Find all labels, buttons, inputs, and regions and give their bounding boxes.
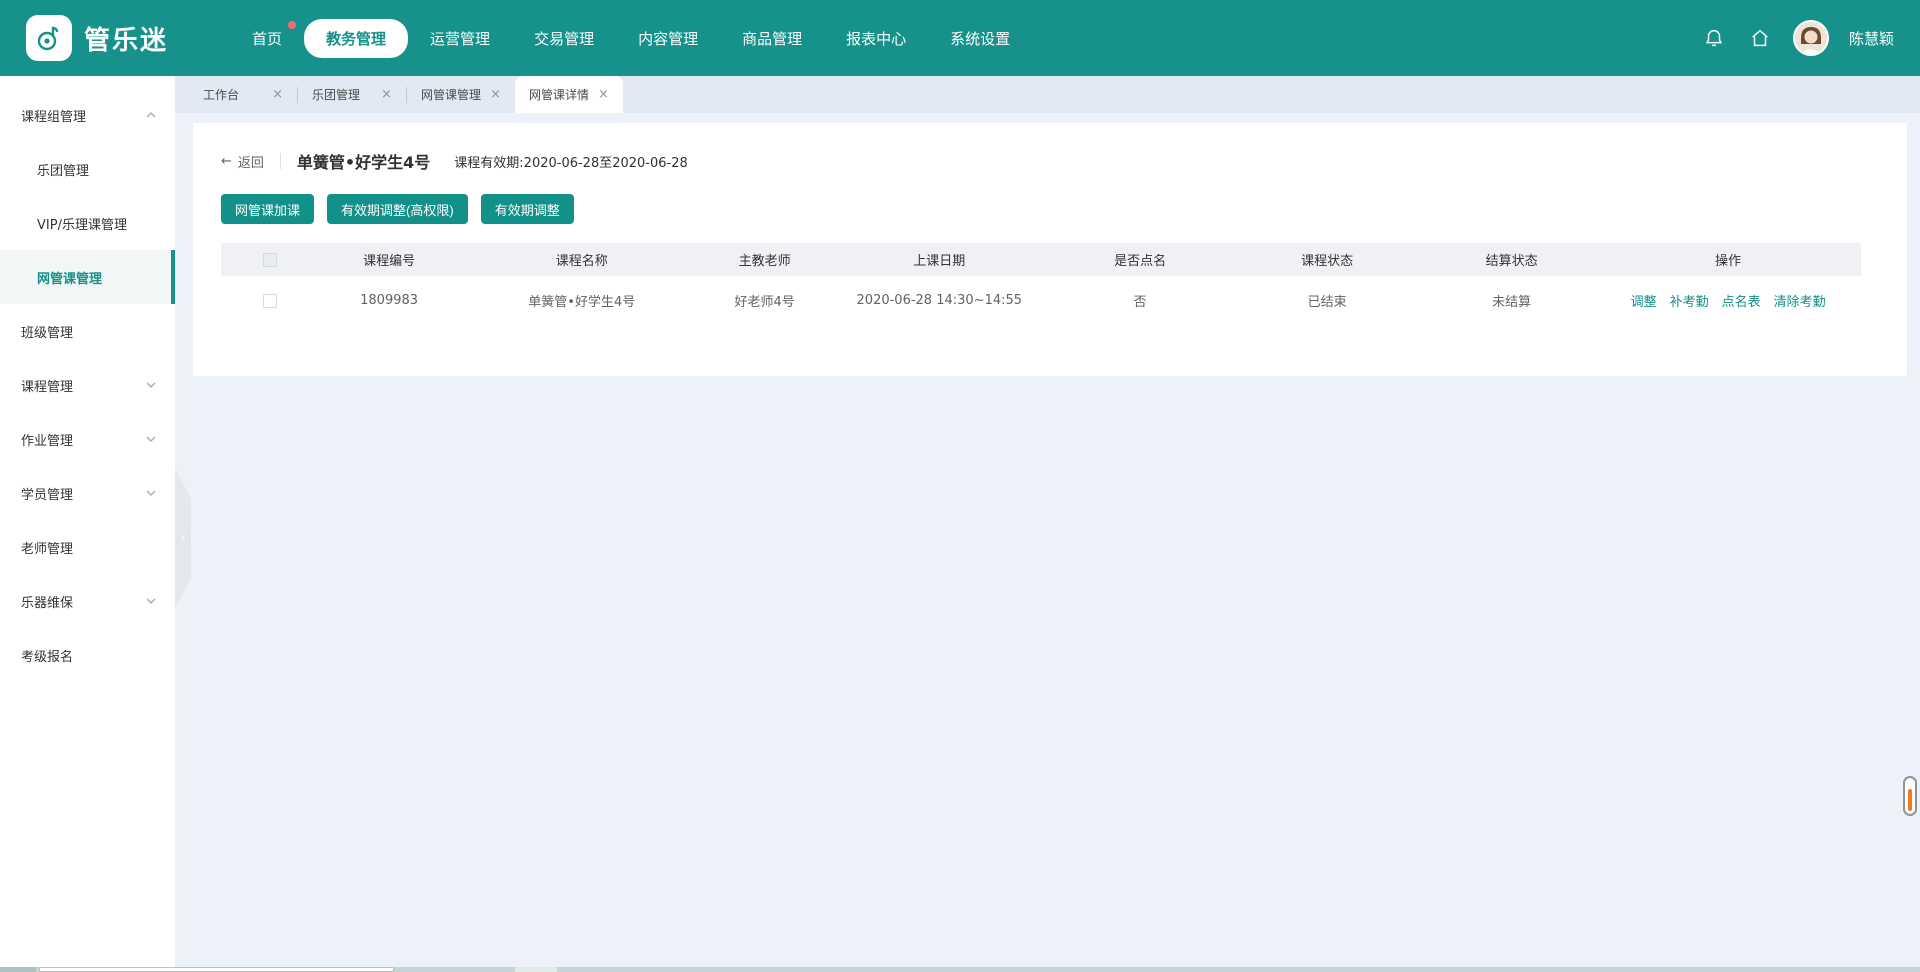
sidebar-group-course-management[interactable]: 课程管理 [0, 358, 175, 412]
course-detail-card: ← 返回 单簧管•好学生4号 课程有效期:2020-06-28至2020-06-… [193, 123, 1907, 376]
cell-course-id: 1809983 [319, 276, 458, 325]
tab-strip: 工作台 × 乐团管理 × 网管课管理 × 网管课详情 × [175, 76, 1920, 113]
close-icon[interactable]: × [272, 87, 283, 102]
sidebar-item-teachers[interactable]: 老师管理 [0, 520, 175, 574]
col-roll-call: 是否点名 [1054, 243, 1226, 276]
select-all-checkbox[interactable] [263, 253, 277, 267]
tab-band-management[interactable]: 乐团管理 × [298, 76, 406, 113]
nav-item-reports[interactable]: 报表中心 [824, 19, 928, 58]
brand-logo[interactable]: 管乐迷 [26, 15, 168, 61]
tab-online-course-detail[interactable]: 网管课详情 × [515, 76, 623, 113]
cell-roll-call: 否 [1054, 276, 1226, 325]
horizontal-scrollbar[interactable] [0, 967, 1920, 972]
nav-item-content[interactable]: 内容管理 [616, 19, 720, 58]
cell-date: 2020-06-28 14:30~14:55 [825, 276, 1055, 325]
nav-item-home[interactable]: 首页 [230, 19, 304, 58]
tab-workbench[interactable]: 工作台 × [189, 76, 297, 113]
chevron-up-icon [145, 109, 157, 121]
nav-item-products[interactable]: 商品管理 [720, 19, 824, 58]
user-avatar[interactable] [1793, 20, 1829, 56]
cell-course-name: 单簧管•好学生4号 [459, 276, 705, 325]
header-divider [280, 153, 281, 169]
col-course-status: 课程状态 [1226, 243, 1428, 276]
adjust-link[interactable]: 调整 [1631, 291, 1657, 310]
scrollbar-left-segment [0, 967, 36, 972]
col-settlement-status: 结算状态 [1428, 243, 1595, 276]
sidebar-item-exam-registration[interactable]: 考级报名 [0, 628, 175, 682]
add-lesson-button[interactable]: 网管课加课 [221, 194, 314, 224]
nav-item-settings[interactable]: 系统设置 [928, 19, 1032, 58]
music-note-icon [26, 15, 72, 61]
sidebar-item-class-management[interactable]: 班级管理 [0, 304, 175, 358]
vertical-scroll-indicator[interactable] [1903, 776, 1917, 816]
cell-settlement-status: 未结算 [1428, 276, 1595, 325]
clear-attendance-link[interactable]: 清除考勤 [1774, 291, 1826, 310]
main-menu: 首页 教务管理 运营管理 交易管理 内容管理 商品管理 报表中心 系统设置 [230, 19, 1032, 58]
close-icon[interactable]: × [381, 87, 392, 102]
course-validity: 课程有效期:2020-06-28至2020-06-28 [454, 152, 687, 171]
page-title: 单簧管•好学生4号 [297, 149, 430, 173]
action-buttons-row: 网管课加课 有效期调整(高权限) 有效期调整 [221, 194, 1861, 224]
chevron-left-icon: ‹ [180, 530, 186, 546]
sidebar-group-students[interactable]: 学员管理 [0, 466, 175, 520]
lessons-table: 课程编号 课程名称 主教老师 上课日期 是否点名 课程状态 结算状态 操作 [221, 243, 1861, 325]
back-button[interactable]: ← 返回 [221, 152, 264, 171]
top-navigation-bar: 管乐迷 首页 教务管理 运营管理 交易管理 内容管理 商品管理 报表中心 系统设… [0, 0, 1920, 76]
col-operations: 操作 [1595, 243, 1861, 276]
chevron-down-icon [145, 379, 157, 391]
horizontal-scrollbar-thumb[interactable] [39, 967, 394, 972]
cell-teacher: 好老师4号 [705, 276, 825, 325]
bell-icon[interactable] [1701, 25, 1727, 51]
nav-item-transactions[interactable]: 交易管理 [512, 19, 616, 58]
sidebar-group-course-groups[interactable]: 课程组管理 [0, 88, 175, 142]
detail-header: ← 返回 单簧管•好学生4号 课程有效期:2020-06-28至2020-06-… [221, 149, 1861, 173]
col-course-id: 课程编号 [319, 243, 458, 276]
row-actions: 调整 补考勤 点名表 清除考勤 [1595, 291, 1861, 310]
close-icon[interactable]: × [598, 87, 609, 102]
content-area: ← 返回 单簧管•好学生4号 课程有效期:2020-06-28至2020-06-… [175, 113, 1920, 972]
chevron-down-icon [145, 487, 157, 499]
arrow-left-icon: ← [221, 154, 232, 169]
topbar-right-area: 陈慧颖 [1701, 20, 1894, 56]
col-course-name: 课程名称 [459, 243, 705, 276]
close-icon[interactable]: × [490, 87, 501, 102]
chevron-down-icon [145, 595, 157, 607]
nav-item-academic[interactable]: 教务管理 [304, 19, 408, 58]
sidebar-item-band-management[interactable]: 乐团管理 [0, 142, 175, 196]
chevron-down-icon [145, 433, 157, 445]
user-name[interactable]: 陈慧颖 [1849, 28, 1894, 49]
brand-name: 管乐迷 [84, 20, 168, 57]
tab-online-course-management[interactable]: 网管课管理 × [407, 76, 515, 113]
sidebar-item-online-course[interactable]: 网管课管理 [0, 250, 175, 304]
sidebar-group-homework[interactable]: 作业管理 [0, 412, 175, 466]
sidebar-item-vip-theory[interactable]: VIP/乐理课管理 [0, 196, 175, 250]
scrollbar-light-segment [515, 967, 557, 972]
sidebar: 课程组管理 乐团管理 VIP/乐理课管理 网管课管理 班级管理 课程管理 作业管… [0, 76, 175, 972]
scroll-progress-fill [1908, 789, 1912, 811]
makeup-attendance-link[interactable]: 补考勤 [1670, 291, 1709, 310]
notification-dot [288, 21, 296, 29]
main-area: 工作台 × 乐团管理 × 网管课管理 × 网管课详情 × [175, 76, 1920, 972]
table-header-row: 课程编号 课程名称 主教老师 上课日期 是否点名 课程状态 结算状态 操作 [221, 243, 1861, 276]
validity-adjust-high-permission-button[interactable]: 有效期调整(高权限) [327, 194, 468, 224]
home-icon[interactable] [1747, 25, 1773, 51]
sidebar-group-label: 课程组管理 [21, 106, 86, 125]
table-row: 1809983 单簧管•好学生4号 好老师4号 2020-06-28 14:30… [221, 276, 1861, 325]
validity-adjust-button[interactable]: 有效期调整 [481, 194, 574, 224]
row-checkbox[interactable] [263, 294, 277, 308]
col-date: 上课日期 [825, 243, 1055, 276]
nav-item-operations[interactable]: 运营管理 [408, 19, 512, 58]
roll-call-sheet-link[interactable]: 点名表 [1722, 291, 1761, 310]
cell-course-status: 已结束 [1226, 276, 1428, 325]
col-teacher: 主教老师 [705, 243, 825, 276]
sidebar-group-instrument-maintenance[interactable]: 乐器维保 [0, 574, 175, 628]
